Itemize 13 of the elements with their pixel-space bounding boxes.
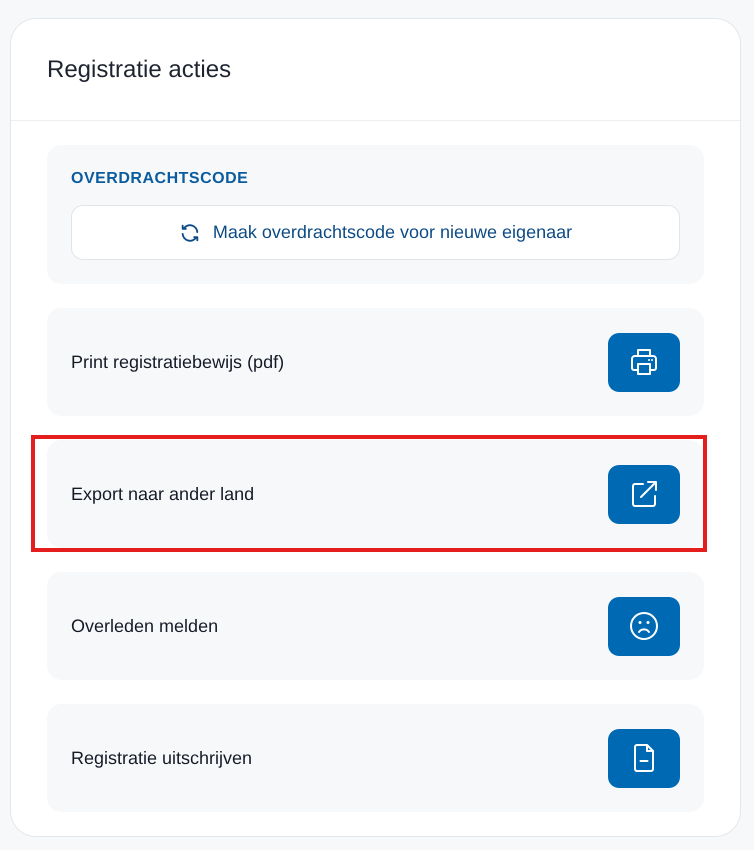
action-label: Print registratiebewijs (pdf) (71, 350, 284, 374)
action-button[interactable] (608, 728, 680, 788)
card-title: Registratie acties (47, 54, 232, 84)
action-button[interactable] (608, 464, 680, 524)
create-code-button[interactable]: Maak overdrachtscode voor nieuwe eigenaar (71, 205, 680, 260)
printer-icon (628, 346, 660, 378)
action-label: Overleden melden (71, 614, 218, 638)
section-label: OVERDRACHTSCODE (71, 169, 250, 189)
action-label: Registratie uitschrijven (71, 746, 252, 770)
action-button[interactable] (608, 596, 680, 656)
action-label: Export naar ander land (71, 482, 254, 506)
action-button[interactable] (608, 332, 680, 392)
sad-face-icon (628, 610, 660, 642)
